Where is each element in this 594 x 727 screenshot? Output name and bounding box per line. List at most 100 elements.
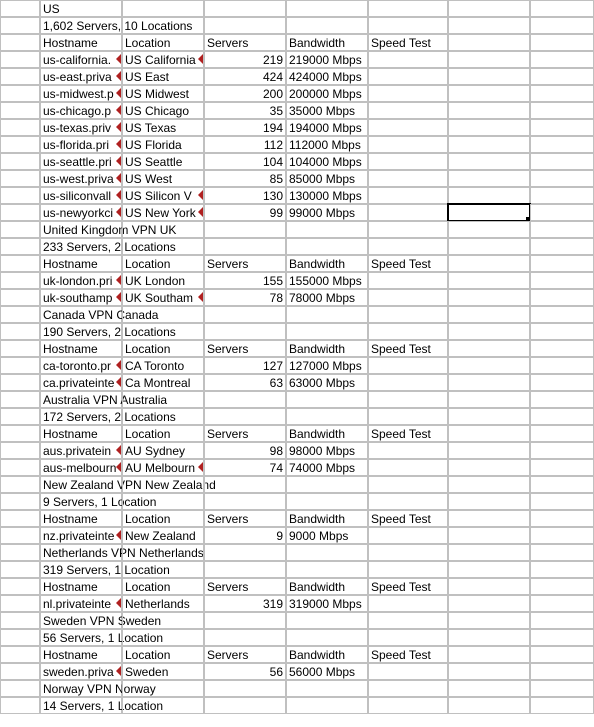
cell-f[interactable]: Speed Test: [368, 425, 448, 442]
cell-g[interactable]: [448, 561, 530, 578]
cell-f[interactable]: [368, 289, 448, 306]
cell-h[interactable]: [530, 323, 594, 340]
cell-g[interactable]: [448, 221, 530, 238]
cell-f[interactable]: [368, 238, 448, 255]
cell-b[interactable]: 14 Servers, 1 Location: [40, 697, 122, 714]
cell-f[interactable]: [368, 85, 448, 102]
cell-e[interactable]: [286, 476, 368, 493]
cell-b[interactable]: us-east.priva: [40, 68, 122, 85]
cell-b[interactable]: us-midwest.p: [40, 85, 122, 102]
cell-g[interactable]: [448, 272, 530, 289]
cell-d[interactable]: 74: [204, 459, 286, 476]
cell-b[interactable]: Hostname: [40, 340, 122, 357]
cell-a[interactable]: [0, 221, 40, 238]
cell-h[interactable]: [530, 34, 594, 51]
cell-b[interactable]: nl.privateinte: [40, 595, 122, 612]
cell-e[interactable]: 35000 Mbps: [286, 102, 368, 119]
cell-a[interactable]: [0, 306, 40, 323]
cell-f[interactable]: [368, 221, 448, 238]
cell-f[interactable]: [368, 408, 448, 425]
cell-a[interactable]: [0, 493, 40, 510]
cell-h[interactable]: [530, 136, 594, 153]
cell-g[interactable]: [448, 0, 530, 17]
cell-e[interactable]: [286, 323, 368, 340]
cell-e[interactable]: 127000 Mbps: [286, 357, 368, 374]
cell-g[interactable]: [448, 578, 530, 595]
cell-e[interactable]: 319000 Mbps: [286, 595, 368, 612]
cell-h[interactable]: [530, 646, 594, 663]
cell-g[interactable]: [448, 34, 530, 51]
cell-d[interactable]: [204, 493, 286, 510]
cell-d[interactable]: [204, 544, 286, 561]
cell-h[interactable]: [530, 289, 594, 306]
cell-b[interactable]: 233 Servers, 2 Locations: [40, 238, 122, 255]
cell-a[interactable]: [0, 697, 40, 714]
cell-a[interactable]: [0, 85, 40, 102]
cell-b[interactable]: Hostname: [40, 646, 122, 663]
cell-b[interactable]: Hostname: [40, 255, 122, 272]
cell-h[interactable]: [530, 612, 594, 629]
cell-g[interactable]: [448, 323, 530, 340]
cell-h[interactable]: [530, 629, 594, 646]
cell-a[interactable]: [0, 408, 40, 425]
cell-b[interactable]: aus.privatein: [40, 442, 122, 459]
cell-a[interactable]: [0, 255, 40, 272]
cell-f[interactable]: [368, 51, 448, 68]
cell-f[interactable]: [368, 459, 448, 476]
cell-c[interactable]: [122, 391, 204, 408]
cell-a[interactable]: [0, 476, 40, 493]
cell-g[interactable]: [448, 476, 530, 493]
cell-e[interactable]: 78000 Mbps: [286, 289, 368, 306]
cell-c[interactable]: [122, 323, 204, 340]
cell-g[interactable]: [448, 255, 530, 272]
cell-h[interactable]: [530, 476, 594, 493]
cell-f[interactable]: [368, 323, 448, 340]
cell-f[interactable]: [368, 357, 448, 374]
cell-d[interactable]: Servers: [204, 578, 286, 595]
cell-b[interactable]: us-west.priva: [40, 170, 122, 187]
cell-g[interactable]: [448, 340, 530, 357]
cell-h[interactable]: [530, 374, 594, 391]
cell-b[interactable]: aus-melbourn: [40, 459, 122, 476]
cell-h[interactable]: [530, 561, 594, 578]
cell-a[interactable]: [0, 119, 40, 136]
cell-a[interactable]: [0, 68, 40, 85]
cell-f[interactable]: [368, 697, 448, 714]
cell-d[interactable]: Servers: [204, 255, 286, 272]
cell-f[interactable]: Speed Test: [368, 646, 448, 663]
cell-f[interactable]: [368, 0, 448, 17]
cell-g[interactable]: [448, 527, 530, 544]
cell-e[interactable]: [286, 629, 368, 646]
cell-a[interactable]: [0, 442, 40, 459]
cell-a[interactable]: [0, 425, 40, 442]
cell-f[interactable]: [368, 153, 448, 170]
cell-b[interactable]: us-texas.priv: [40, 119, 122, 136]
cell-h[interactable]: [530, 340, 594, 357]
cell-c[interactable]: [122, 680, 204, 697]
cell-f[interactable]: [368, 629, 448, 646]
cell-f[interactable]: [368, 527, 448, 544]
cell-a[interactable]: [0, 323, 40, 340]
cell-e[interactable]: Bandwidth: [286, 646, 368, 663]
cell-g[interactable]: [448, 170, 530, 187]
cell-a[interactable]: [0, 680, 40, 697]
cell-c[interactable]: US Seattle: [122, 153, 204, 170]
cell-e[interactable]: Bandwidth: [286, 510, 368, 527]
cell-b[interactable]: Hostname: [40, 510, 122, 527]
cell-f[interactable]: [368, 17, 448, 34]
cell-d[interactable]: 319: [204, 595, 286, 612]
cell-a[interactable]: [0, 374, 40, 391]
cell-h[interactable]: [530, 306, 594, 323]
cell-g[interactable]: [448, 680, 530, 697]
cell-c[interactable]: US Florida: [122, 136, 204, 153]
cell-d[interactable]: 155: [204, 272, 286, 289]
cell-f[interactable]: [368, 680, 448, 697]
cell-g[interactable]: [448, 629, 530, 646]
cell-e[interactable]: 63000 Mbps: [286, 374, 368, 391]
cell-h[interactable]: [530, 102, 594, 119]
cell-e[interactable]: 200000 Mbps: [286, 85, 368, 102]
cell-e[interactable]: 194000 Mbps: [286, 119, 368, 136]
cell-d[interactable]: [204, 680, 286, 697]
cell-d[interactable]: [204, 17, 286, 34]
cell-g[interactable]: [448, 425, 530, 442]
